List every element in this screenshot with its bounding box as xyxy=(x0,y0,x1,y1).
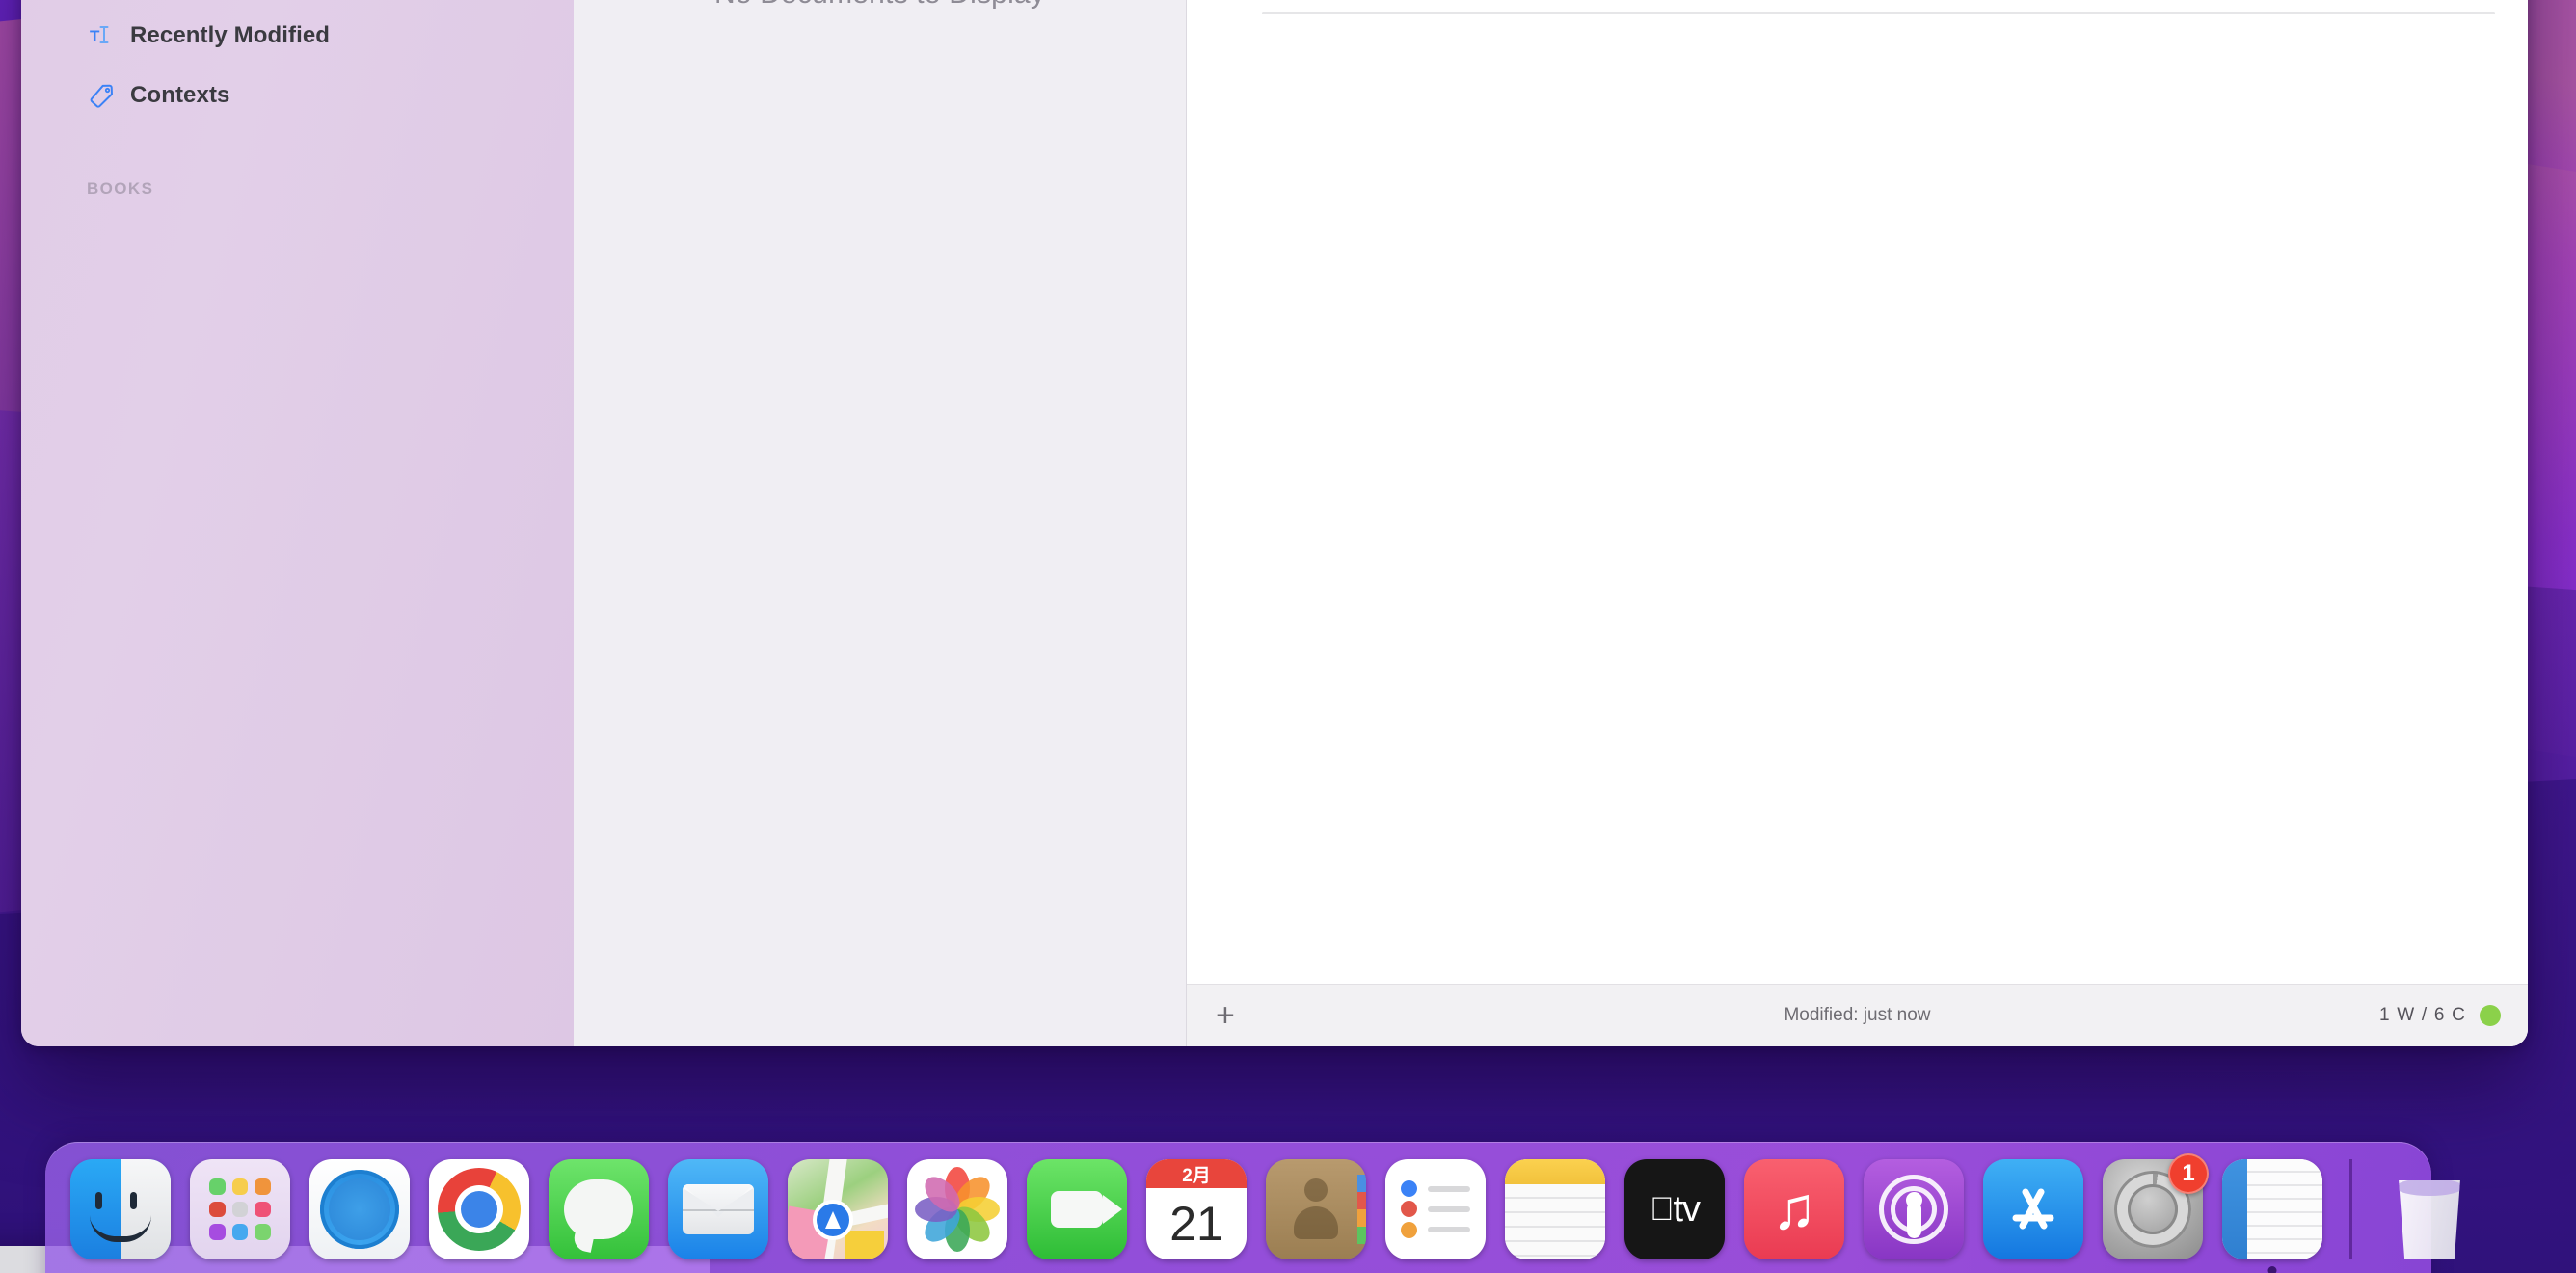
safari-icon xyxy=(309,1159,410,1259)
dock-item-reminders[interactable] xyxy=(1385,1159,1486,1259)
ulysses-icon xyxy=(2222,1159,2322,1259)
calendar-icon: 2月 21 xyxy=(1146,1159,1247,1259)
svg-text:T: T xyxy=(90,27,100,45)
app-store-icon xyxy=(1983,1159,2083,1259)
calendar-month-label: 2月 xyxy=(1146,1159,1247,1188)
calendar-day-label: 21 xyxy=(1169,1197,1223,1251)
document-list-panel[interactable]: No Documents to Display xyxy=(574,0,1187,1046)
tag-icon xyxy=(87,81,116,110)
finder-icon xyxy=(70,1159,171,1259)
dock-item-launchpad[interactable] xyxy=(190,1159,290,1259)
sidebar-item-label: Recently Modified xyxy=(130,22,331,48)
dock-item-appstore[interactable] xyxy=(1983,1159,2083,1259)
facetime-icon xyxy=(1027,1159,1127,1259)
dock-item-calendar[interactable]: 2月 21 xyxy=(1146,1159,1247,1259)
dock-item-podcasts[interactable] xyxy=(1864,1159,1964,1259)
music-note-glyph: ♫ xyxy=(1771,1176,1817,1242)
messages-icon xyxy=(549,1159,649,1259)
dock-item-music[interactable]: ♫ xyxy=(1744,1159,1844,1259)
music-icon: ♫ xyxy=(1744,1159,1844,1259)
dock-item-system-settings[interactable]: 1 xyxy=(2103,1153,2209,1259)
trash-icon xyxy=(2379,1159,2480,1259)
word-character-count[interactable]: 1 W / 6 C xyxy=(2379,1005,2466,1026)
notes-icon xyxy=(1505,1159,1605,1259)
dock-item-maps[interactable] xyxy=(788,1159,888,1259)
dock-item-facetime[interactable] xyxy=(1027,1159,1127,1259)
launchpad-icon xyxy=(190,1159,290,1259)
dock-item-safari[interactable] xyxy=(309,1159,410,1259)
editor-status-bar: + Modified: just now 1 W / 6 C xyxy=(1187,984,2528,1046)
dock-item-mail[interactable] xyxy=(668,1159,768,1259)
photos-icon xyxy=(907,1159,1007,1259)
contacts-icon xyxy=(1266,1159,1366,1259)
editor-panel: + Modified: just now 1 W / 6 C xyxy=(1187,0,2528,1046)
sidebar-item-label: Contexts xyxy=(130,82,230,108)
dock-item-ulysses[interactable] xyxy=(2222,1159,2322,1273)
sidebar-section-header-books: BOOKS xyxy=(87,179,154,198)
system-settings-badge: 1 xyxy=(2168,1153,2209,1194)
modified-status-label: Modified: just now xyxy=(1784,1005,1931,1025)
dock-item-finder[interactable] xyxy=(70,1159,171,1259)
status-bar-right-group: 1 W / 6 C xyxy=(2379,1005,2501,1026)
apple-tv-icon: tv xyxy=(1624,1159,1725,1259)
dock-separator xyxy=(2349,1159,2352,1259)
editor-text-area[interactable] xyxy=(1187,0,2528,984)
dock-item-trash[interactable] xyxy=(2379,1159,2480,1259)
editor-divider-rule xyxy=(1262,12,2495,14)
text-format-icon: T xyxy=(87,21,116,50)
mail-icon xyxy=(668,1159,768,1259)
document-list-empty-message: No Documents to Display xyxy=(574,0,1186,11)
dock-item-contacts[interactable] xyxy=(1266,1159,1366,1259)
goal-indicator-dot[interactable] xyxy=(2480,1005,2501,1026)
chrome-icon xyxy=(429,1159,529,1259)
dock-item-chrome[interactable] xyxy=(429,1159,529,1259)
dock-item-messages[interactable] xyxy=(549,1159,649,1259)
sidebar-item-contexts[interactable]: Contexts xyxy=(21,66,574,125)
maps-icon xyxy=(788,1159,888,1259)
podcasts-icon xyxy=(1864,1159,1964,1259)
sidebar-item-recently-modified[interactable]: T Recently Modified xyxy=(21,6,574,66)
ulysses-window: T Recently Modified Contexts BOOKS + Mod… xyxy=(21,0,2528,1046)
tv-wordmark: tv xyxy=(1661,1188,1701,1230)
dock: 2月 21 tv ♫ xyxy=(45,1142,2460,1273)
sidebar: T Recently Modified Contexts BOOKS xyxy=(21,0,574,1046)
running-indicator-dot xyxy=(2267,1266,2277,1273)
reminders-icon xyxy=(1385,1159,1486,1259)
dock-item-tv[interactable]: tv xyxy=(1624,1159,1725,1259)
dock-item-photos[interactable] xyxy=(907,1159,1007,1259)
dock-item-notes[interactable] xyxy=(1505,1159,1605,1259)
